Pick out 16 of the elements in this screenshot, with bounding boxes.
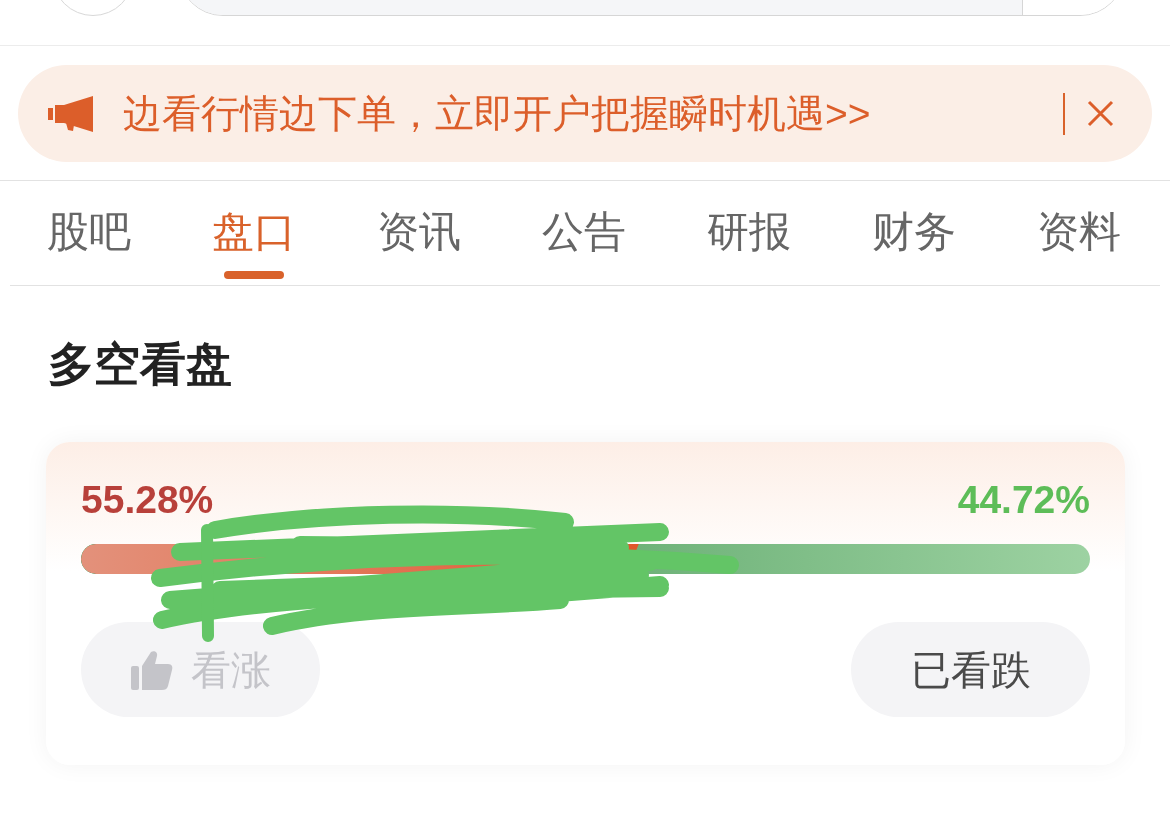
- close-icon: [1086, 100, 1114, 127]
- promo-text[interactable]: 边看行情边下单，立即开户把握瞬时机遇>>: [123, 89, 871, 138]
- thumbs-up-icon: [130, 649, 173, 690]
- tab[interactable]: 股吧: [47, 207, 131, 279]
- close-button[interactable]: [1085, 98, 1115, 129]
- megaphone-icon: [48, 94, 93, 133]
- tab[interactable]: 财务: [872, 207, 956, 279]
- tab[interactable]: 公告: [542, 207, 626, 279]
- tab[interactable]: 盘口: [212, 207, 296, 279]
- tab[interactable]: 资料: [1037, 207, 1121, 279]
- bear-percent: 44.72%: [957, 478, 1090, 522]
- vote-button[interactable]: 已看跌: [851, 622, 1090, 717]
- tab[interactable]: 研报: [707, 207, 791, 279]
- tab[interactable]: 资讯: [377, 207, 461, 279]
- section-title: 多空看盘: [48, 337, 232, 392]
- bull-percent: 55.28%: [81, 478, 214, 522]
